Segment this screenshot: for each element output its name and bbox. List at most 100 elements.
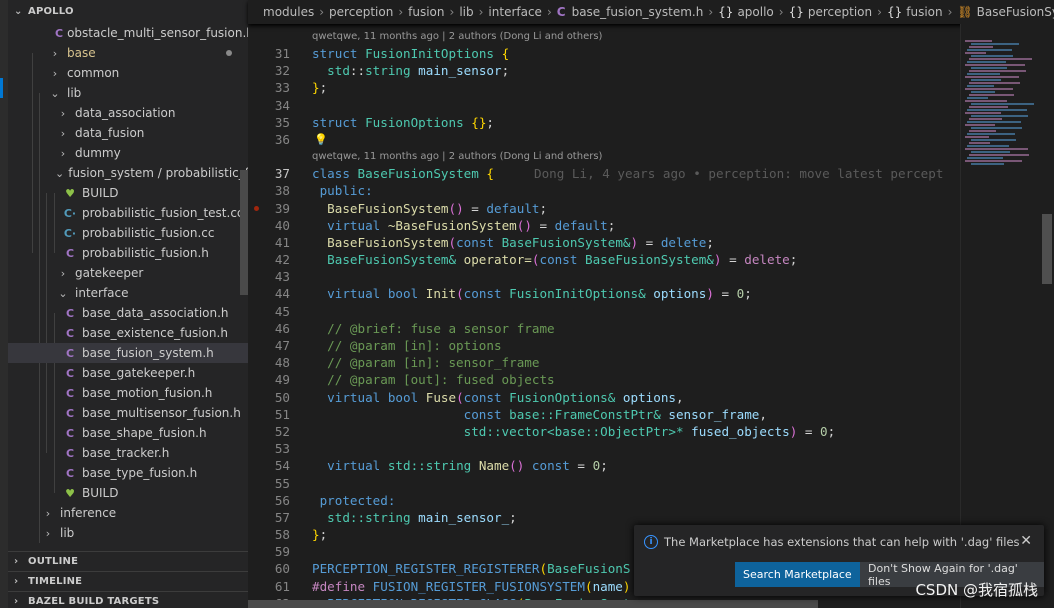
section-bazel-build-targets[interactable]: › BAZEL BUILD TARGETS [8,592,248,608]
breadcrumb-item[interactable]: interface [488,5,542,19]
tree-item[interactable]: › dummy [8,143,248,163]
tree-item[interactable]: Cprobabilistic_fusion.h [8,243,248,263]
breadcrumb-file[interactable]: base_fusion_system.h [572,5,704,19]
breadcrumb-item[interactable]: modules [263,5,314,19]
tree-item[interactable]: Cbase_data_association.h [8,303,248,323]
codelens[interactable]: qwetqwe, 11 months ago | 2 authors (Dong… [248,28,958,45]
tree-item[interactable]: Cbase_motion_fusion.h [8,383,248,403]
breadcrumb-symbol[interactable]: BaseFusionSystem [977,5,1054,19]
minimap-line [969,58,1032,60]
code-token: ; [319,80,328,96]
minimap-line [971,115,1028,117]
code-token: () [448,200,464,216]
tree-item[interactable]: Cbase_fusion_system.h [8,343,248,363]
code-token: name [592,578,623,594]
code-token: BaseFusionSystem& [494,234,631,250]
code-text: struct FusionOptions {}; [312,114,494,131]
explorer-root-header[interactable]: ⌄ APOLLO [8,0,248,23]
c-header-icon: C [65,406,75,420]
code-token: {} [463,114,487,130]
tree-item[interactable]: C· probabilistic_fusion.cc [8,223,248,243]
chevron-right-icon: › [60,266,66,280]
section-outline[interactable]: › OUTLINE [8,552,248,572]
tree-item[interactable]: Cobstacle_multi_sensor_fusion.h [8,23,248,43]
code-text: // @param [in]: sensor_frame [312,354,539,371]
minimap-line [965,136,989,138]
code-token: fused_objects [683,423,790,439]
tree-item[interactable]: Cbase_type_fusion.h [8,463,248,483]
section-timeline[interactable]: › TIMELINE [8,572,248,592]
minimap-line [969,118,1002,120]
breadcrumb-item[interactable]: perception [329,5,393,19]
tree-item[interactable]: C· probabilistic_fusion_test.cc [8,203,248,223]
minimap-line [971,139,1016,141]
code-line: 56 protected: [248,492,958,509]
line-number: 38 [274,183,290,199]
tree-item[interactable]: Cbase_existence_fusion.h [8,323,248,343]
breadcrumb: modules › perception › fusion › lib › interface ›… [248,0,1054,24]
lightbulb-icon[interactable]: 💡 [314,131,328,148]
tree-item[interactable]: Cbase_shape_fusion.h [8,423,248,443]
breadcrumb-namespace[interactable]: apollo [737,5,773,19]
code-token: const [463,286,502,302]
code-token: virtual bool [312,389,419,405]
tree-item-label: lib [60,526,75,540]
code-token: = [569,458,593,474]
code-token: std [312,63,350,79]
codelens[interactable]: qwetqwe, 11 months ago | 2 authors (Dong… [248,148,958,165]
code-token: const [312,406,502,422]
code-token: sensor_frame [660,406,760,422]
breadcrumb-item[interactable]: fusion [408,5,444,19]
tree-item-label: base_type_fusion.h [82,466,198,480]
scroll-thumb[interactable] [1042,214,1052,284]
code-line: 55 [248,475,958,492]
tree-item-label: data_fusion [75,126,145,140]
code-token: std::string [312,509,411,525]
code-token: main_sensor [410,63,502,79]
tree-item[interactable]: ♥ BUILD [8,183,248,203]
vertical-scrollbar[interactable] [1040,24,1054,608]
tree-item[interactable]: ⌄ lib [8,83,248,103]
horizontal-scrollbar[interactable] [248,600,818,608]
breadcrumb-item[interactable]: lib [459,5,473,19]
chevron-right-icon: › [45,506,51,520]
minimap-line [969,130,996,132]
code-token: FusionOptions [357,114,464,130]
code-token: // @param [in]: sensor_frame [312,355,540,371]
tree-item[interactable]: Cbase_multisensor_fusion.h [8,403,248,423]
tree-item[interactable]: › inference [8,503,248,523]
code-token: BaseFusionSystem [312,234,449,250]
search-marketplace-button[interactable]: Search Marketplace [735,562,860,587]
tree-item[interactable]: › data_fusion [8,123,248,143]
tree-item[interactable]: › data_association [8,103,248,123]
tree-item[interactable]: ♥ BUILD [8,483,248,503]
tree-item[interactable]: › gatekeeper [8,263,248,283]
tree-item[interactable]: ⌄ interface [8,283,248,303]
close-icon[interactable]: ✕ [1020,533,1032,549]
tree-item[interactable]: › base [8,43,248,63]
minimap[interactable] [960,24,1040,608]
info-icon: i [644,535,658,549]
tree-item[interactable]: Cbase_tracker.h [8,443,248,463]
code-line: 34 [248,97,958,114]
chevron-right-icon: › [60,126,66,140]
tree-item[interactable]: › common [8,63,248,83]
breadcrumb-namespace[interactable]: fusion [906,5,942,19]
code-token: ; [539,200,548,216]
minimap-line [969,94,1014,96]
code-token: FUSION_REGISTER_FUSIONSYSTEM [365,578,585,594]
code-token: () [516,217,532,233]
code-token: ; [486,114,494,130]
notification-message: The Marketplace has extensions that can … [664,535,1020,549]
tree-item[interactable]: › lib [8,523,248,543]
breadcrumb-namespace[interactable]: perception [808,5,872,19]
breakpoint-marker[interactable] [254,205,259,211]
chevron-right-icon: › [398,5,404,19]
code-token: Init [418,286,457,302]
code-token: default [554,217,608,233]
code-area[interactable]: qwetqwe, 11 months ago | 2 authors (Dong… [248,28,958,608]
tree-item[interactable]: ⌄fusion_system / probabilistic_fu... [8,163,248,183]
tree-item[interactable]: Cbase_gatekeeper.h [8,363,248,383]
chevron-right-icon: › [52,66,58,80]
sidebar-scrollbar[interactable] [240,170,248,295]
